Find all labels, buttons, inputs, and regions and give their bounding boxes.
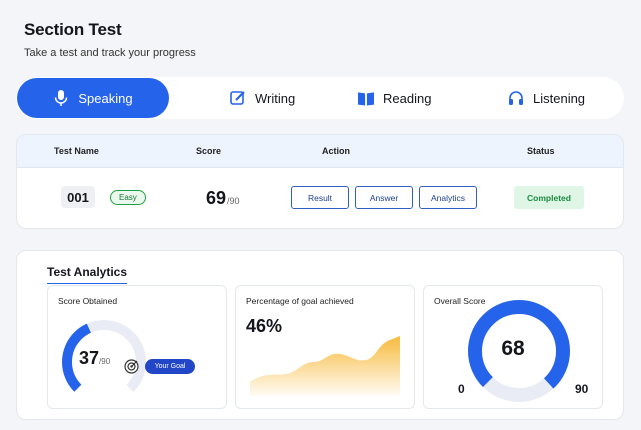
gauge-value: 37	[79, 348, 100, 368]
column-header-score: Score	[196, 146, 222, 156]
gauge-max: /90	[99, 357, 111, 366]
tab-listening[interactable]: Listening	[508, 77, 585, 119]
tab-label: Reading	[383, 90, 432, 106]
score-obtained-panel: Score Obtained 37 /90 Your Goal	[47, 285, 227, 409]
tab-label: Listening	[533, 90, 586, 106]
table-row: 001 Easy 69 /90 Result Answer Analytics …	[17, 168, 623, 228]
analytics-button[interactable]: Analytics	[419, 186, 477, 209]
panel-title: Percentage of goal achieved	[246, 296, 354, 306]
your-goal-pill[interactable]: Your Goal	[145, 359, 195, 374]
overall-score-panel: Overall Score 68 0 90	[423, 285, 603, 409]
analytics-title: Test Analytics	[47, 265, 128, 284]
table-header: Test Name Score Action Status	[17, 135, 623, 168]
difficulty-badge: Easy	[110, 190, 146, 205]
tab-speaking[interactable]: Speaking	[17, 78, 169, 118]
tab-label: Speaking	[78, 90, 133, 106]
answer-button[interactable]: Answer	[355, 186, 413, 209]
score-max: /90	[227, 196, 240, 206]
page-header: Section Test Take a test and track your …	[24, 20, 196, 59]
page-subtitle: Take a test and track your progress	[24, 47, 196, 59]
test-score: 69 /90	[206, 188, 240, 209]
test-id: 001	[61, 186, 95, 208]
score-value: 69	[206, 188, 227, 208]
goal-area-chart	[250, 336, 400, 396]
microphone-icon	[53, 90, 69, 106]
section-tabs: Speaking Writing Reading Listening	[16, 77, 624, 119]
result-button[interactable]: Result	[291, 186, 349, 209]
overall-score-max: 90	[575, 382, 589, 396]
status-badge: Completed	[514, 186, 584, 209]
panel-title: Score Obtained	[58, 296, 118, 306]
area-fill	[250, 336, 400, 396]
tab-writing[interactable]: Writing	[230, 77, 295, 119]
column-header-test-name: Test Name	[54, 146, 99, 156]
overall-score-value: 68	[501, 337, 525, 360]
overall-score-min: 0	[458, 382, 465, 396]
tab-reading[interactable]: Reading	[358, 77, 431, 119]
analytics-section: Test Analytics Score Obtained 37 /90 You…	[16, 250, 624, 420]
page-title: Section Test	[24, 20, 122, 39]
score-obtained-value: 37 /90	[79, 348, 110, 369]
goal-achieved-panel: Percentage of goal achieved 46%	[235, 285, 415, 409]
book-icon	[358, 90, 374, 106]
edit-icon	[230, 90, 246, 106]
column-header-action: Action	[322, 146, 350, 156]
column-header-status: Status	[527, 146, 555, 156]
test-table: Test Name Score Action Status 001 Easy 6…	[16, 134, 624, 229]
target-icon	[124, 359, 139, 374]
tab-label: Writing	[255, 90, 296, 106]
headphones-icon	[508, 90, 524, 106]
